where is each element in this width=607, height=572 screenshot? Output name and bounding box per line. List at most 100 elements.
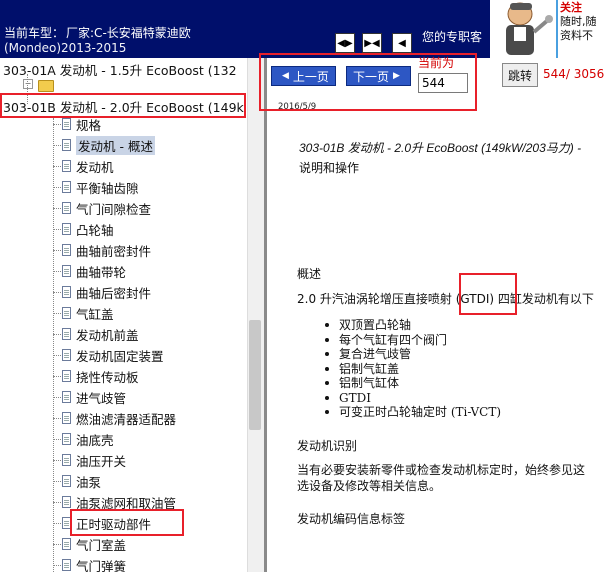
tree-item-label: 燃油滤清器适配器 bbox=[76, 411, 177, 427]
tree-item-label: 气门室盖 bbox=[76, 537, 127, 553]
tree-item-label: 平衡轴齿隙 bbox=[76, 180, 139, 196]
tree-item[interactable]: 气门间隙检查 bbox=[62, 198, 151, 218]
tree-item-label: 气门弹簧 bbox=[76, 558, 127, 572]
tree-item-label: 油泵滤网和取油管 bbox=[76, 495, 177, 511]
nav-split-icon[interactable]: ▶◀ bbox=[362, 33, 382, 53]
tree-item[interactable]: 发动机前盖 bbox=[62, 324, 139, 344]
tree-connector bbox=[53, 208, 61, 209]
expand-icon[interactable]: − bbox=[23, 79, 33, 89]
document-icon bbox=[62, 118, 71, 130]
document-icon bbox=[62, 391, 71, 403]
page-number-input[interactable] bbox=[418, 73, 468, 93]
feature-item: 每个气缸有四个阀门 bbox=[325, 333, 501, 348]
tree-item-label: 发动机前盖 bbox=[76, 327, 139, 343]
tree-item[interactable]: 正时驱动部件 bbox=[62, 513, 151, 533]
document-icon bbox=[62, 139, 71, 151]
prev-page-button[interactable]: ◀ 上一页 bbox=[271, 66, 336, 86]
document-icon bbox=[62, 181, 71, 193]
tree-item[interactable]: 规格 bbox=[62, 114, 101, 134]
tree-item-label: 规格 bbox=[76, 117, 102, 133]
tree-connector bbox=[53, 502, 61, 503]
tree-connector bbox=[53, 250, 61, 251]
paragraph-line: 当有必要安装新零件或检查发动机标定时，始终参见这 bbox=[297, 463, 586, 477]
notice-panel: 关注 随时,随 资料不 bbox=[556, 0, 607, 58]
tree-item[interactable]: 气缸盖 bbox=[62, 303, 114, 323]
tree-item[interactable]: 平衡轴齿隙 bbox=[62, 177, 139, 197]
tree-connector bbox=[53, 397, 61, 398]
tree-item-label: 油泵 bbox=[76, 474, 102, 490]
tree-connector bbox=[53, 187, 61, 188]
document-icon bbox=[62, 496, 71, 508]
document-icon bbox=[62, 517, 71, 529]
document-title: 303-01B 发动机 - 2.0升 EcoBoost (149kW/203马力… bbox=[299, 141, 582, 155]
tree-item[interactable]: 曲轴后密封件 bbox=[62, 282, 151, 302]
mascot-logo bbox=[490, 0, 556, 58]
current-vehicle-label: 当前车型： bbox=[4, 26, 65, 40]
next-page-label: 下一页 bbox=[353, 69, 390, 84]
tree-item[interactable]: 燃油滤清器适配器 bbox=[62, 408, 176, 428]
top-header: 当前车型： 厂家:C-长安福特蒙迪欧 (Mondeo)2013-2015 ◀▶ ▶… bbox=[0, 0, 607, 58]
tree-item[interactable]: 发动机固定装置 bbox=[62, 345, 164, 365]
current-vehicle: 当前车型： 厂家:C-长安福特蒙迪欧 (Mondeo)2013-2015 bbox=[4, 26, 240, 56]
tree-connector bbox=[53, 481, 61, 482]
paragraph-line: 选设备及修改等相关信息。 bbox=[297, 479, 442, 493]
tree-connector bbox=[53, 292, 61, 293]
tree-item-label: 发动机 - 概述 bbox=[76, 135, 155, 155]
notice-title: 关注 bbox=[560, 1, 582, 14]
prev-page-label: 上一页 bbox=[292, 69, 329, 84]
engine-label-heading: 发动机编码信息标签 bbox=[297, 512, 406, 526]
tree-item[interactable]: 进气歧管 bbox=[62, 387, 126, 407]
document-viewer: 303-01B 发动机 - 2.0升 EcoBoost (149kW/203马力… bbox=[267, 110, 607, 572]
feature-item: 铝制气缸体 bbox=[325, 376, 501, 391]
tree-item[interactable]: 挠性传动板 bbox=[62, 366, 139, 386]
tree-item[interactable]: 发动机 - 概述 bbox=[62, 135, 155, 155]
tree-connector bbox=[53, 166, 61, 167]
document-icon bbox=[62, 307, 71, 319]
tree-item[interactable]: 凸轮轴 bbox=[62, 219, 114, 239]
tree-item-label: 挠性传动板 bbox=[76, 369, 139, 385]
document-icon bbox=[62, 286, 71, 298]
slogan-text: 您的专职客 bbox=[422, 30, 483, 44]
document-icon bbox=[62, 475, 71, 487]
tree-item[interactable]: 气门室盖 bbox=[62, 534, 126, 554]
tree-connector bbox=[53, 418, 61, 419]
feature-item: 铝制气缸盖 bbox=[325, 362, 501, 377]
tree-item[interactable]: 发动机 bbox=[62, 156, 114, 176]
page-count: 544/ 3056 bbox=[543, 67, 605, 81]
feature-list: 双顶置凸轮轴 每个气缸有四个阀门 复合进气歧管 铝制气缸盖 铝制气缸体 GTDI 可变正时凸… bbox=[325, 318, 501, 420]
tree-connector bbox=[53, 439, 61, 440]
tree-item-label: 发动机固定装置 bbox=[76, 348, 164, 364]
tree-connector bbox=[53, 523, 61, 524]
tree-connector bbox=[53, 334, 61, 335]
tree-item[interactable]: 油底壳 bbox=[62, 429, 114, 449]
tree-item-label: 油底壳 bbox=[76, 432, 114, 448]
tree-item[interactable]: 气门弹簧 bbox=[62, 555, 126, 572]
jump-button[interactable]: 跳转 bbox=[502, 63, 538, 87]
next-page-button[interactable]: 下一页 ▶ bbox=[346, 66, 411, 86]
tree-model-303-01a[interactable]: 303-01A 发动机 - 1.5升 EcoBoost (132 bbox=[3, 60, 237, 79]
nav-back-icon[interactable]: ◀▶ bbox=[335, 33, 355, 53]
tree-item-label: 正时驱动部件 bbox=[76, 516, 152, 532]
current-vehicle-name: 厂家:C-长安福特蒙迪欧 bbox=[66, 26, 191, 40]
tree-connector bbox=[53, 145, 61, 146]
document-icon bbox=[62, 454, 71, 466]
tree-item-label: 油压开关 bbox=[76, 453, 127, 469]
tree-model-303-01b[interactable]: 303-01B 发动机 - 2.0升 EcoBoost (149k bbox=[3, 97, 244, 116]
document-icon bbox=[62, 160, 71, 172]
tree-item-label: 进气歧管 bbox=[76, 390, 127, 406]
document-icon bbox=[62, 349, 71, 361]
tree-item-label: 气门间隙检查 bbox=[76, 201, 152, 217]
document-icon bbox=[62, 370, 71, 382]
tree-connector bbox=[53, 229, 61, 230]
tree-item[interactable]: 油泵滤网和取油管 bbox=[62, 492, 176, 512]
tree-item[interactable]: 油泵 bbox=[62, 471, 101, 491]
tree-scrollbar[interactable] bbox=[247, 58, 264, 572]
tree-item[interactable]: 曲轴带轮 bbox=[62, 261, 126, 281]
tree-scrollbar-thumb[interactable] bbox=[249, 320, 261, 430]
tree-item[interactable]: 曲轴前密封件 bbox=[62, 240, 151, 260]
notice-line: 资料不 bbox=[560, 29, 593, 42]
document-icon bbox=[62, 328, 71, 340]
tree-item[interactable]: 油压开关 bbox=[62, 450, 126, 470]
nav-forward-icon[interactable]: ◀ bbox=[392, 33, 412, 53]
feature-item: 可变正时凸轮轴定时 (Ti-VCT) bbox=[325, 405, 501, 420]
